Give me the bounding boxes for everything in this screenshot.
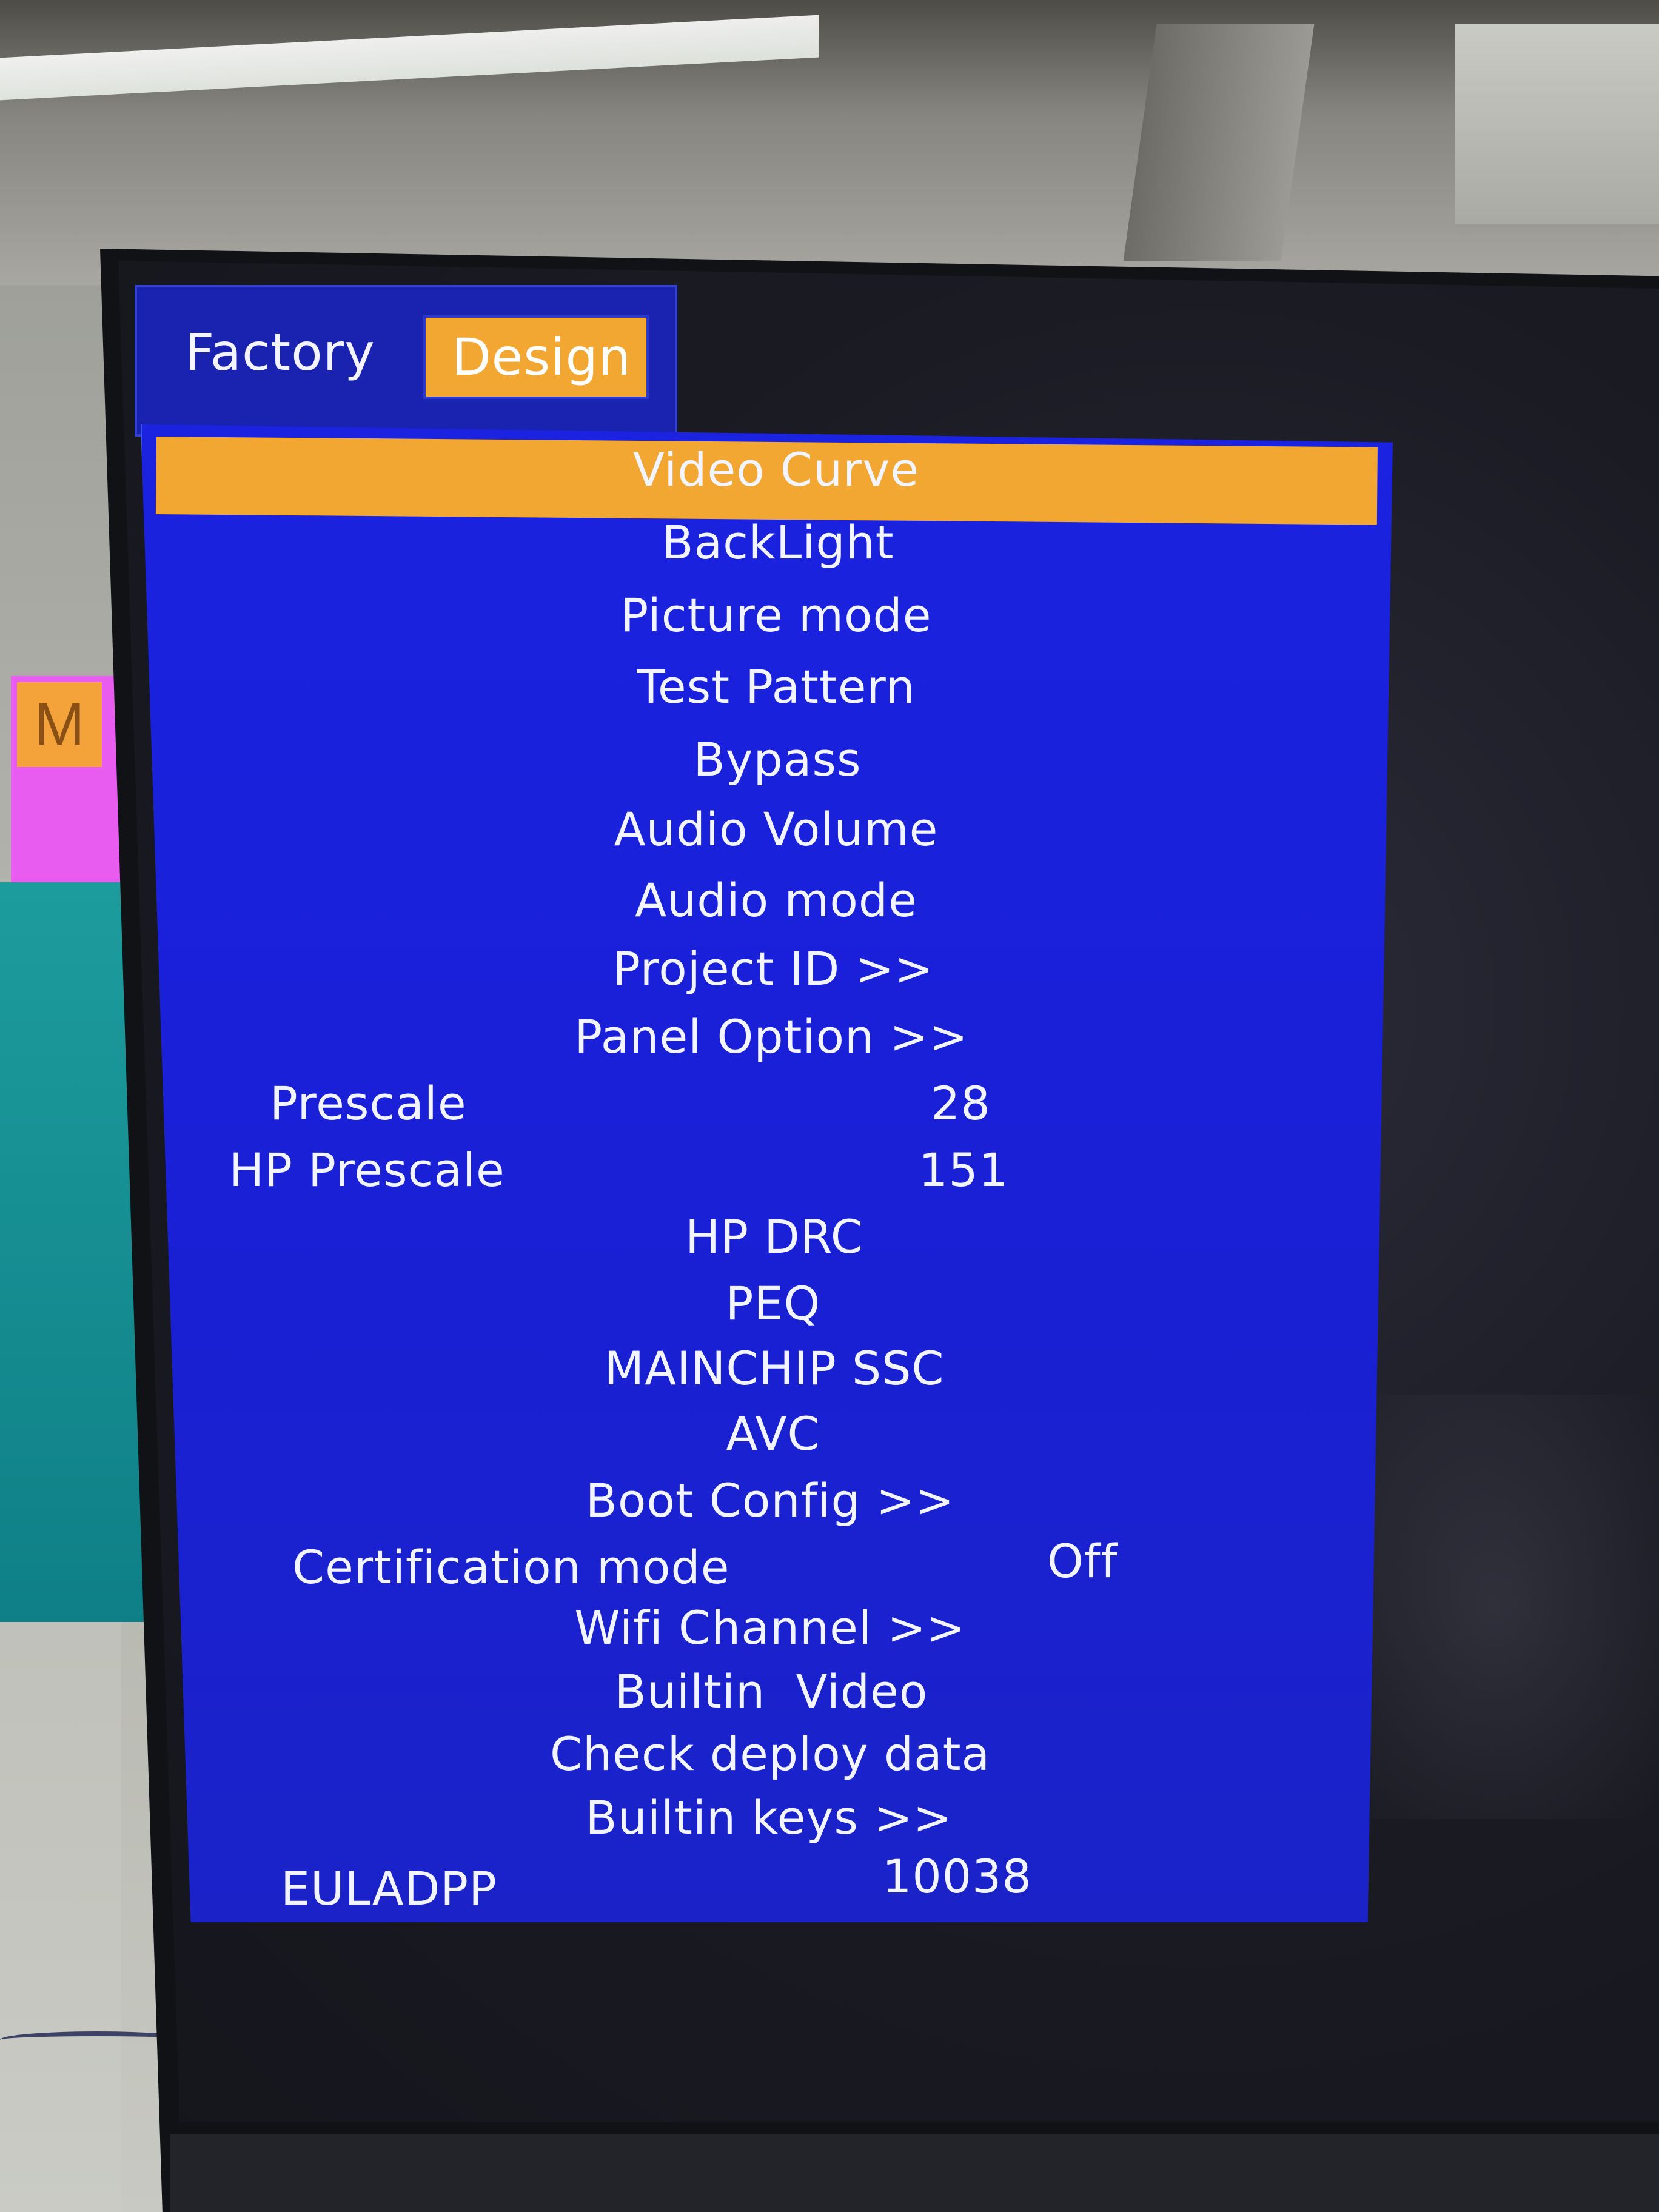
menu-item-euladpp[interactable]: EULADPP bbox=[281, 1862, 497, 1915]
menu-item-project-id[interactable]: Project ID >> bbox=[440, 942, 1107, 996]
menu-item-hp-prescale[interactable]: HP Prescale bbox=[229, 1143, 505, 1197]
menu-item-video-curve[interactable]: Video Curve bbox=[443, 443, 1110, 497]
menu-item-certification-mode[interactable]: Certification mode bbox=[292, 1540, 729, 1594]
menu-item-builtin-keys[interactable]: Builtin keys >> bbox=[435, 1791, 1102, 1845]
prescale-value: 28 bbox=[931, 1076, 991, 1130]
hp-prescale-value: 151 bbox=[919, 1143, 1009, 1197]
menu-item-wifi-channel[interactable]: Wifi Channel >> bbox=[437, 1601, 1104, 1655]
tab-factory[interactable]: Factory bbox=[185, 323, 375, 382]
menu-item-builtin-video[interactable]: Builtin Video bbox=[438, 1664, 1105, 1718]
menu-item-picture-mode[interactable]: Picture mode bbox=[443, 588, 1110, 642]
menu-item-backlight[interactable]: BackLight bbox=[444, 515, 1111, 569]
menu-item-peq[interactable]: PEQ bbox=[440, 1276, 1107, 1330]
factory-osd-menu: Factory Design Video Curve BackLight Pic… bbox=[0, 0, 1659, 2212]
tab-design[interactable]: Design bbox=[452, 327, 631, 387]
menu-item-mainchip-ssc[interactable]: MAINCHIP SSC bbox=[441, 1341, 1108, 1395]
menu-item-hp-drc[interactable]: HP DRC bbox=[441, 1210, 1108, 1264]
menu-item-panel-option[interactable]: Panel Option >> bbox=[438, 1010, 1105, 1064]
menu-item-boot-config[interactable]: Boot Config >> bbox=[437, 1473, 1104, 1527]
certification-mode-value: Off bbox=[1047, 1534, 1118, 1588]
euladpp-value: 10038 bbox=[882, 1849, 1032, 1903]
menu-item-avc[interactable]: AVC bbox=[440, 1407, 1107, 1461]
menu-item-prescale[interactable]: Prescale bbox=[270, 1076, 467, 1130]
menu-item-bypass[interactable]: Bypass bbox=[444, 732, 1111, 786]
menu-item-audio-volume[interactable]: Audio Volume bbox=[443, 802, 1110, 856]
menu-item-check-deploy-data[interactable]: Check deploy data bbox=[437, 1727, 1104, 1781]
menu-item-test-pattern[interactable]: Test Pattern bbox=[443, 660, 1110, 714]
menu-item-audio-mode[interactable]: Audio mode bbox=[443, 873, 1110, 927]
